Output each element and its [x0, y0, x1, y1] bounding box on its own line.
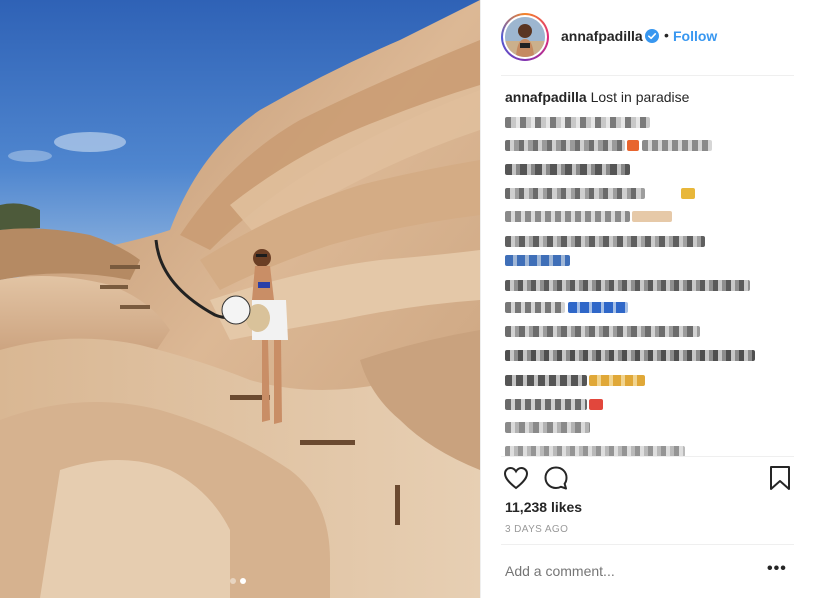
comment-obscured — [505, 162, 630, 176]
carousel-indicator — [230, 578, 246, 584]
comment-obscured — [505, 234, 705, 248]
comment-obscured — [505, 138, 712, 152]
avatar[interactable] — [501, 13, 549, 61]
username-link[interactable]: annafpadilla — [561, 28, 643, 44]
caption-text: Lost in paradise — [590, 89, 690, 105]
cliff-photo-illustration — [0, 0, 480, 598]
footer-divider — [501, 544, 794, 545]
comment-obscured — [505, 420, 590, 434]
comment-obscured — [505, 253, 570, 267]
likes-count[interactable]: 11,238 likes — [505, 499, 582, 515]
caption: annafpadilla Lost in paradise — [505, 89, 689, 105]
avatar-photo — [505, 17, 545, 57]
add-comment-input[interactable] — [505, 563, 765, 579]
carousel-dot — [230, 578, 236, 584]
caption-username[interactable]: annafpadilla — [505, 89, 587, 105]
comment-obscured — [505, 209, 672, 223]
comment-obscured — [505, 373, 645, 387]
header-divider — [501, 75, 794, 76]
comment-obscured — [505, 115, 650, 129]
comment-obscured — [505, 348, 755, 362]
post-details-panel: annafpadilla • Follow annafpadilla Lost … — [480, 0, 813, 598]
comment-obscured — [505, 397, 603, 411]
heart-icon[interactable] — [502, 464, 530, 492]
more-options-icon[interactable]: ••• — [767, 560, 787, 578]
follow-button[interactable]: Follow — [673, 28, 717, 44]
comments-divider — [501, 456, 794, 457]
separator-dot: • — [664, 27, 669, 43]
post-timestamp[interactable]: 3 DAYS AGO — [505, 524, 568, 535]
verified-badge-icon — [645, 29, 659, 43]
post-photo[interactable] — [0, 0, 480, 598]
comment-obscured — [505, 278, 750, 292]
bookmark-icon[interactable] — [766, 464, 794, 492]
post-header: annafpadilla • Follow — [481, 0, 813, 75]
comment-obscured — [505, 324, 700, 338]
comment-icon[interactable] — [542, 464, 570, 492]
comment-obscured — [505, 186, 695, 200]
comment-obscured — [505, 300, 628, 314]
action-bar — [481, 462, 813, 494]
carousel-dot-active — [240, 578, 246, 584]
